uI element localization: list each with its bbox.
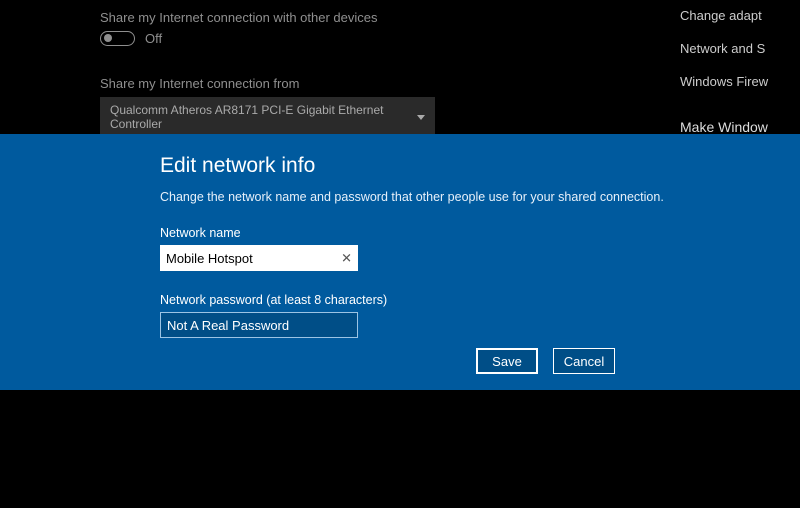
edit-network-info-dialog: Edit network info Change the network nam… [0,134,800,390]
share-toggle-state: Off [145,31,162,46]
dialog-description: Change the network name and password tha… [160,190,800,204]
clear-input-icon[interactable]: ✕ [341,252,352,265]
adapter-dropdown-value: Qualcomm Atheros AR8171 PCI-E Gigabit Et… [110,103,417,131]
link-windows-firewall[interactable]: Windows Firew [680,74,800,89]
adapter-dropdown[interactable]: Qualcomm Atheros AR8171 PCI-E Gigabit Et… [100,97,435,137]
network-password-label: Network password (at least 8 characters) [160,293,800,307]
network-name-input-value: Mobile Hotspot [166,251,253,266]
network-name-label: Network name [160,226,800,240]
link-change-adapter[interactable]: Change adapt [680,8,800,23]
network-password-input[interactable]: Not A Real Password [160,312,358,338]
share-toggle[interactable] [100,31,135,46]
link-network-sharing[interactable]: Network and S [680,41,800,56]
network-password-input-value: Not A Real Password [167,318,289,333]
related-settings-panel: Change adapt Network and S Windows Firew… [680,8,800,135]
save-button[interactable]: Save [476,348,538,374]
dialog-title: Edit network info [160,154,800,178]
chevron-down-icon [417,115,425,120]
network-name-input[interactable]: Mobile Hotspot ✕ [160,245,358,271]
share-with-devices-label: Share my Internet connection with other … [100,10,600,25]
share-from-label: Share my Internet connection from [100,76,600,91]
cancel-button[interactable]: Cancel [553,348,615,374]
make-windows-better-header: Make Window [680,119,800,135]
